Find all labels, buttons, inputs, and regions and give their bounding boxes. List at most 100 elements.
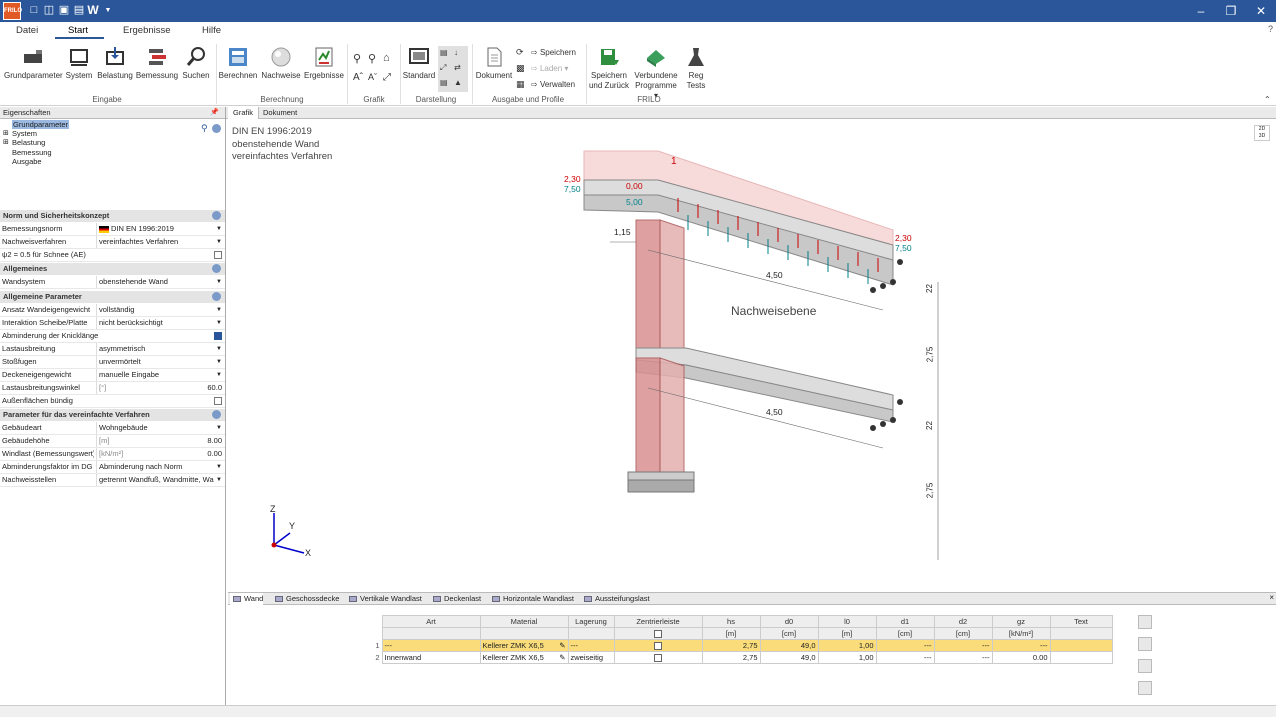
tree-item-grundparameter[interactable]: Grundparameter bbox=[12, 120, 70, 129]
expand-icon[interactable]: ⊞ bbox=[3, 138, 9, 147]
verwalten-button[interactable]: ⇨ Verwalten bbox=[531, 80, 575, 89]
row-wandsystem[interactable]: Wandsystem obenstehende Wand ▼ bbox=[0, 276, 225, 289]
open-folder-icon[interactable]: ◫ bbox=[42, 3, 56, 18]
edit-icon[interactable]: ✎ bbox=[559, 653, 565, 662]
word-icon[interactable]: W bbox=[86, 3, 100, 18]
tab-vertikale-wandlast[interactable]: Vertikale Wandlast bbox=[346, 593, 422, 605]
row-lastausbreitung[interactable]: Lastausbreitung asymmetrisch ▼ bbox=[0, 343, 225, 356]
checkbox[interactable] bbox=[214, 397, 222, 405]
tab-grafik[interactable]: Grafik bbox=[228, 107, 260, 119]
dropdown-icon[interactable]: ▼ bbox=[216, 369, 222, 381]
tab-hilfe[interactable]: Hilfe bbox=[202, 25, 221, 36]
row-abminderung[interactable]: Abminderung der Knicklänge bbox=[0, 330, 225, 343]
collapse-icon[interactable] bbox=[212, 410, 221, 419]
bemessung-button[interactable]: Bemessung bbox=[135, 46, 179, 81]
reg-tests-button[interactable]: Reg Tests bbox=[682, 46, 710, 91]
view-option-icon[interactable]: ⤢ bbox=[440, 63, 446, 73]
ergebnisse-button[interactable]: Ergebnisse bbox=[303, 46, 345, 81]
view-option-icon[interactable]: ▤ bbox=[440, 78, 448, 87]
verbundene-programme-button[interactable]: Verbundene Programme ▾ bbox=[632, 46, 680, 101]
dropdown-icon[interactable]: ▼ bbox=[216, 461, 222, 473]
tree-item-system[interactable]: System bbox=[12, 129, 37, 138]
dokument-button[interactable]: Dokument bbox=[474, 46, 514, 81]
tab-geschossdecke[interactable]: Geschossdecke bbox=[272, 593, 339, 605]
berechnen-button[interactable]: Berechnen bbox=[218, 46, 258, 81]
dropdown-icon[interactable]: ▼ bbox=[216, 317, 222, 329]
row-gebaeudehoehe[interactable]: Gebäudehöhe [m] 8.00 bbox=[0, 435, 225, 448]
manage-icon[interactable]: ▦ bbox=[516, 79, 525, 90]
collapse-icon[interactable] bbox=[212, 124, 221, 133]
add-row-icon[interactable] bbox=[1138, 637, 1152, 651]
checkbox[interactable] bbox=[654, 630, 662, 638]
dropdown-icon[interactable]: ▼ bbox=[216, 223, 222, 235]
copy-row-icon[interactable] bbox=[1138, 659, 1152, 673]
collapse-icon[interactable] bbox=[212, 211, 221, 220]
tab-dokument[interactable]: Dokument bbox=[258, 107, 302, 119]
dropdown-icon[interactable]: ▼ bbox=[216, 343, 222, 355]
tree-item-belastung[interactable]: Belastung bbox=[12, 138, 45, 147]
customize-toolbar-icon[interactable]: ▼ bbox=[101, 3, 115, 18]
profile-icon[interactable]: ▩ bbox=[516, 63, 525, 74]
tab-deckenlast[interactable]: Deckenlast bbox=[430, 593, 481, 605]
speichern-profile-button[interactable]: ⇨ Speichern bbox=[531, 48, 576, 57]
grundparameter-button[interactable]: Grundparameter bbox=[4, 46, 63, 81]
row-psi2[interactable]: ψ2 = 0.5 für Schnee (AE) bbox=[0, 249, 225, 262]
suchen-button[interactable]: Suchen bbox=[181, 46, 211, 81]
tree-item-ausgabe[interactable]: Ausgabe bbox=[12, 157, 42, 166]
row-gebaeudeart[interactable]: Gebäudeart Wohngebäude ▼ bbox=[0, 422, 225, 435]
tab-wand[interactable]: Wand bbox=[230, 593, 264, 605]
delete-row-icon[interactable] bbox=[1138, 615, 1152, 629]
edit-icon[interactable]: ✎ bbox=[559, 641, 565, 650]
dropdown-icon[interactable]: ▼ bbox=[216, 304, 222, 316]
expand-icon[interactable]: ⊞ bbox=[3, 129, 9, 138]
collapse-icon[interactable] bbox=[212, 292, 221, 301]
minimize-button[interactable]: – bbox=[1186, 0, 1216, 22]
table-row[interactable]: 1 --- Kellerer ZMK X6,5 ✎ --- 2,75 49,0 1… bbox=[370, 639, 1113, 652]
zoom-out-icon[interactable]: ⚲ bbox=[368, 52, 376, 65]
home-view-icon[interactable]: ⌂ bbox=[383, 52, 390, 64]
help-icon[interactable]: ? bbox=[1268, 24, 1273, 34]
belastung-button[interactable]: Belastung bbox=[96, 46, 134, 81]
table-row[interactable]: 2 Innenwand Kellerer ZMK X6,5 ✎ zweiseiti… bbox=[370, 651, 1113, 664]
row-nachweisstellen[interactable]: Nachweisstellen getrennt Wandfuß, Wandmi… bbox=[0, 474, 225, 487]
refresh-icon[interactable]: ⟳ bbox=[516, 47, 524, 58]
font-decrease-icon[interactable]: Aˇ bbox=[368, 72, 377, 82]
dropdown-icon[interactable]: ▼ bbox=[216, 422, 222, 434]
view-option-icon[interactable]: ▲ bbox=[454, 78, 462, 87]
restore-button[interactable]: ❐ bbox=[1216, 0, 1246, 22]
close-icon[interactable]: × bbox=[1269, 593, 1274, 602]
section-allgemeine-parameter[interactable]: Allgemeine Parameter bbox=[0, 291, 225, 303]
dropdown-icon[interactable]: ▼ bbox=[216, 276, 222, 288]
section-vereinfacht[interactable]: Parameter für das vereinfachte Verfahren bbox=[0, 409, 225, 421]
collapse-ribbon-icon[interactable]: ⌃ bbox=[1264, 95, 1271, 104]
view-option-icon[interactable]: ▤ bbox=[440, 48, 448, 57]
system-button[interactable]: System bbox=[64, 46, 94, 81]
tab-aussteifungslast[interactable]: Aussteifungslast bbox=[581, 593, 650, 605]
view-option-icon[interactable]: ↓ bbox=[454, 48, 458, 57]
dropdown-icon[interactable]: ▼ bbox=[216, 474, 222, 486]
row-bemessungsnorm[interactable]: Bemessungsnorm DIN EN 1996:2019 ▼ bbox=[0, 223, 225, 236]
checkbox[interactable] bbox=[654, 642, 662, 650]
checkbox[interactable] bbox=[214, 251, 222, 259]
row-interaktion[interactable]: Interaktion Scheibe/Platte nicht berücks… bbox=[0, 317, 225, 330]
section-norm[interactable]: Norm und Sicherheitskonzept bbox=[0, 210, 225, 222]
dropdown-icon[interactable]: ▼ bbox=[216, 356, 222, 368]
print-icon[interactable]: ▤ bbox=[72, 3, 86, 18]
graphics-viewport[interactable]: DIN EN 1996:2019 obenstehende Wand verei… bbox=[228, 120, 1274, 590]
zoom-fit-icon[interactable]: ⤢ bbox=[383, 72, 391, 83]
search-icon[interactable]: ⚲ bbox=[201, 123, 208, 134]
tab-datei[interactable]: Datei bbox=[16, 25, 38, 36]
collapse-icon[interactable] bbox=[212, 264, 221, 273]
paste-row-icon[interactable] bbox=[1138, 681, 1152, 695]
checkbox[interactable] bbox=[654, 654, 662, 662]
speichern-zurueck-button[interactable]: Speichern und Zurück bbox=[588, 46, 630, 91]
row-lastausbreitungswinkel[interactable]: Lastausbreitungswinkel [°] 60.0 bbox=[0, 382, 225, 395]
view-option-icon[interactable]: ⇄ bbox=[454, 63, 461, 72]
new-file-icon[interactable]: □ bbox=[27, 3, 41, 18]
row-deckeneigengewicht[interactable]: Deckeneigengewicht manuelle Eingabe ▼ bbox=[0, 369, 225, 382]
zoom-in-icon[interactable]: ⚲ bbox=[353, 52, 361, 65]
section-allgemeines[interactable]: Allgemeines bbox=[0, 263, 225, 275]
row-abminderungsfaktor[interactable]: Abminderungsfaktor im DG Abminderung nac… bbox=[0, 461, 225, 474]
laden-profile-button[interactable]: ⇨ Laden ▾ bbox=[531, 64, 568, 73]
row-windlast[interactable]: Windlast (Bemessungswert) [kN/m²] 0.00 bbox=[0, 448, 225, 461]
